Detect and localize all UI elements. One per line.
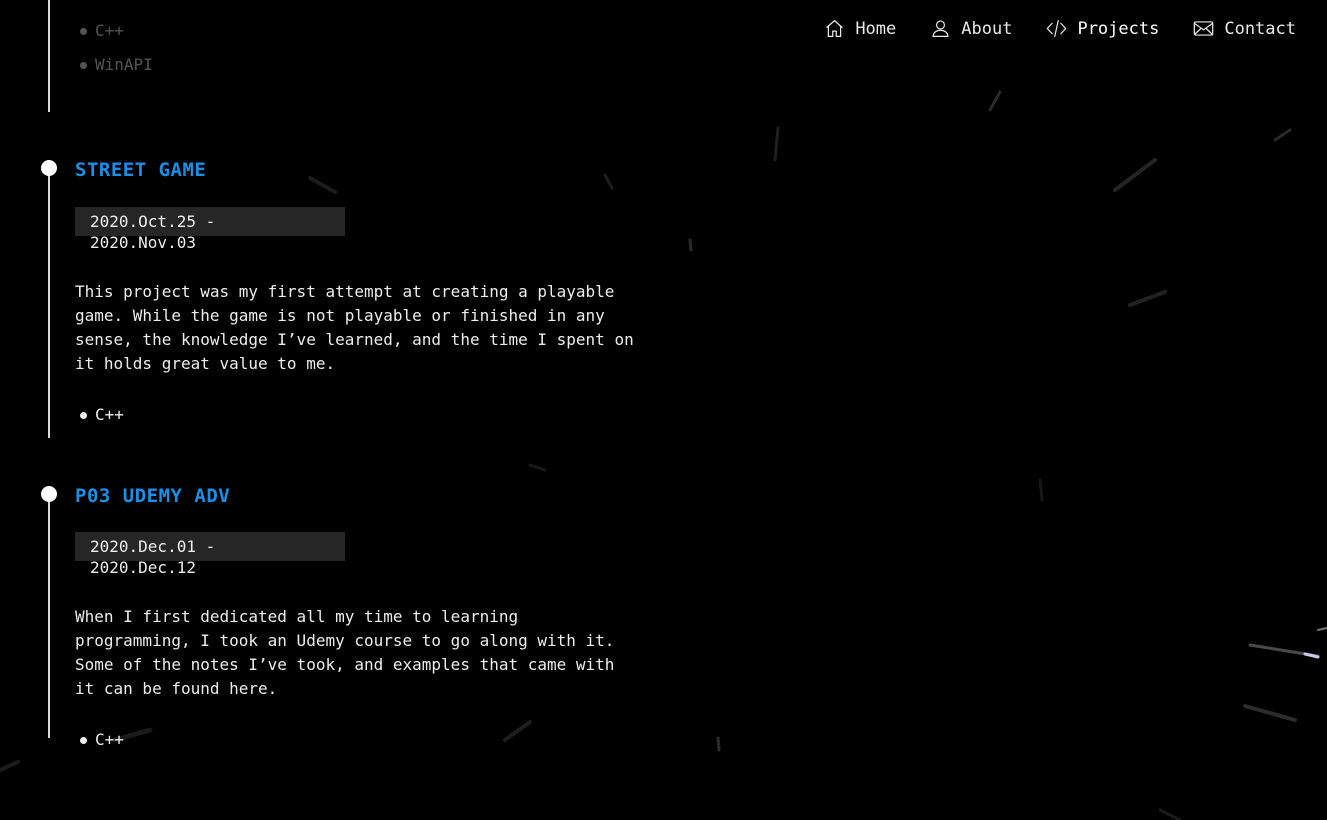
tag: WinAPI <box>75 48 153 82</box>
nav-projects-label: Projects <box>1077 18 1160 39</box>
description-text-end: . <box>267 679 278 698</box>
home-icon <box>826 20 844 37</box>
timeline-dot-udemy <box>41 486 57 502</box>
nav-contact[interactable]: Contact <box>1193 18 1296 39</box>
nav-projects[interactable]: Projects <box>1046 18 1159 39</box>
nav-about[interactable]: About <box>930 18 1012 39</box>
nav-contact-label: Contact <box>1224 18 1296 39</box>
tag: C++ <box>75 14 153 48</box>
nav-home-label: Home <box>855 18 897 39</box>
project-description: When I first dedicated all my time to le… <box>75 605 640 701</box>
tag: C++ <box>75 398 655 432</box>
project-title[interactable]: P03 UDEMY ADV <box>75 484 655 508</box>
project-entry-udemy-adv: P03 UDEMY ADV 2020.Dec.01 - 2020.Dec.12 … <box>75 484 655 773</box>
project-tags: C++ <box>75 723 655 757</box>
user-icon <box>932 20 949 37</box>
project-description: This project was my first attempt at cre… <box>75 282 634 373</box>
project-tags: C++ <box>75 398 655 432</box>
top-navigation: Home About Projects Contact <box>824 18 1296 39</box>
timeline-line-udemy <box>48 494 50 738</box>
notes-link[interactable]: here <box>229 679 268 698</box>
timeline-dot-street-game <box>41 160 57 176</box>
tag: C++ <box>75 723 655 757</box>
project-title[interactable]: STREET GAME <box>75 158 655 182</box>
timeline-line-street-game <box>48 168 50 438</box>
timeline-line-previous <box>48 0 50 112</box>
previous-entry-tags: C++ WinAPI <box>75 14 153 82</box>
mail-icon <box>1194 21 1214 36</box>
nav-home[interactable]: Home <box>824 18 896 39</box>
page: Home About Projects Contact C++ WinAPI S… <box>0 0 1327 820</box>
nav-about-label: About <box>961 18 1013 39</box>
code-icon <box>1047 20 1067 37</box>
project-date-range: 2020.Oct.25 - 2020.Nov.03 <box>75 207 345 252</box>
project-entry-street-game: STREET GAME 2020.Oct.25 - 2020.Nov.03 Th… <box>75 158 655 448</box>
description-text: When I first dedicated all my time to le… <box>75 607 615 698</box>
project-date-range: 2020.Dec.01 - 2020.Dec.12 <box>75 532 345 577</box>
